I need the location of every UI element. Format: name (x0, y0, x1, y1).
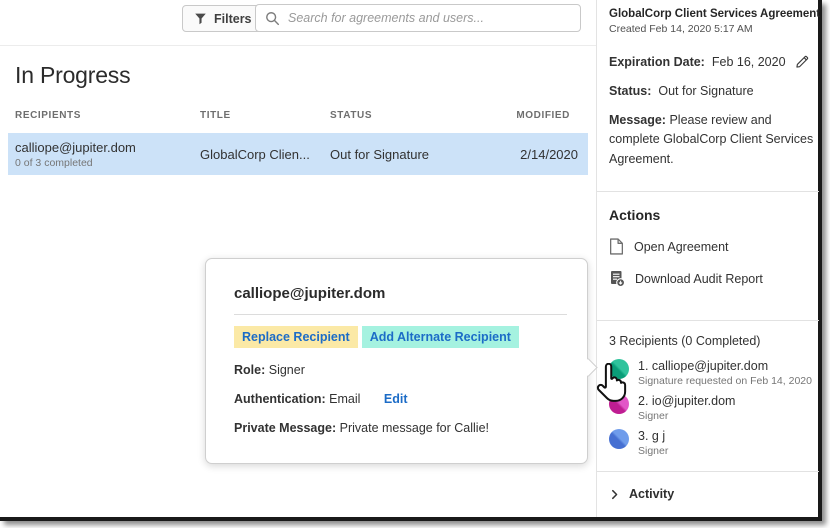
authentication-value: Email (329, 392, 360, 406)
recipient-item-3[interactable]: 3. g j Signer (609, 429, 815, 457)
row-recipient-progress: 0 of 3 completed (15, 157, 136, 169)
recipient-item-2[interactable]: 2. io@jupiter.dom Signer (609, 394, 815, 422)
recipient-avatar-wrap (609, 429, 629, 449)
search-input[interactable] (288, 11, 571, 25)
filter-funnel-icon (194, 12, 207, 25)
row-recipient-email: calliope@jupiter.dom (15, 140, 136, 155)
open-agreement-label: Open Agreement (634, 240, 729, 254)
activity-label: Activity (629, 487, 674, 501)
message-line: Message: Please review and complete Glob… (609, 111, 814, 169)
filters-button[interactable]: Filters (182, 5, 264, 32)
toolbar-divider (0, 45, 596, 46)
status-label: Status: (609, 84, 651, 98)
column-header-title[interactable]: TITLE (200, 110, 231, 121)
search-icon (265, 11, 280, 26)
column-header-recipients[interactable]: RECIPIENTS (15, 110, 81, 121)
agreement-created-date: Created Feb 14, 2020 5:17 AM (609, 23, 815, 35)
cell-modified: 2/14/2020 (520, 133, 578, 175)
actions-section-title: Actions (609, 207, 815, 223)
agreement-row-selected[interactable]: calliope@jupiter.dom 0 of 3 completed Gl… (8, 133, 588, 175)
recipient-status: Signer (638, 410, 735, 422)
recipient-avatar-3 (609, 429, 629, 449)
role-label: Role: (234, 363, 265, 377)
open-agreement-action[interactable]: Open Agreement (609, 238, 815, 255)
app-window: Filters In Progress RECIPIENTS TITLE STA… (0, 0, 822, 521)
recipients-section-title: 3 Recipients (0 Completed) (609, 334, 815, 348)
recipient-popup-card: calliope@jupiter.dom Replace Recipient A… (205, 258, 588, 464)
message-label: Message: (609, 113, 666, 127)
cell-recipients: calliope@jupiter.dom 0 of 3 completed (15, 133, 136, 175)
edit-expiration-icon[interactable] (795, 55, 809, 69)
add-alternate-recipient-link[interactable]: Add Alternate Recipient (362, 326, 519, 348)
filters-label: Filters (214, 12, 252, 26)
column-header-status[interactable]: STATUS (330, 110, 372, 121)
private-message-value: Private message for Callie! (340, 421, 489, 435)
recipient-name: 3. g j (638, 429, 668, 443)
popup-authentication-line: Authentication: Email Edit (234, 392, 559, 406)
popup-link-row: Replace Recipient Add Alternate Recipien… (234, 326, 559, 348)
popup-divider (234, 314, 567, 315)
search-box[interactable] (255, 4, 581, 32)
recipient-status: Signature requested on Feb 14, 2020 (638, 375, 812, 387)
recipient-name: 1. calliope@jupiter.dom (638, 359, 812, 373)
audit-report-download-icon (609, 270, 625, 287)
column-header-modified[interactable]: MODIFIED (430, 110, 570, 121)
document-icon (609, 238, 624, 255)
chevron-right-icon (609, 489, 620, 500)
cell-title: GlobalCorp Clien... (200, 133, 310, 175)
agreements-list-pane: Filters In Progress RECIPIENTS TITLE STA… (0, 0, 596, 517)
section-divider (597, 320, 819, 321)
cell-status: Out for Signature (330, 133, 429, 175)
table-header: RECIPIENTS TITLE STATUS MODIFIED (0, 108, 596, 128)
private-message-label: Private Message: (234, 421, 336, 435)
expiration-value: Feb 16, 2020 (712, 55, 786, 69)
status-value: Out for Signature (658, 84, 753, 98)
activity-section: Activity (609, 471, 815, 517)
popup-role-line: Role: Signer (234, 363, 559, 377)
recipient-avatar-wrap (609, 359, 629, 379)
download-audit-report-label: Download Audit Report (635, 272, 763, 286)
expiration-line: Expiration Date: Feb 16, 2020 (609, 55, 815, 69)
recipient-status: Signer (638, 445, 668, 457)
agreement-details-panel: GlobalCorp Client Services Agreement Cre… (597, 0, 819, 517)
agreement-title: GlobalCorp Client Services Agreement (609, 8, 815, 20)
activity-toggle[interactable]: Activity (609, 472, 815, 517)
download-audit-report-action[interactable]: Download Audit Report (609, 270, 815, 287)
section-divider (597, 191, 819, 192)
status-line: Status: Out for Signature (609, 84, 815, 98)
recipient-name: 2. io@jupiter.dom (638, 394, 735, 408)
popup-private-message-line: Private Message: Private message for Cal… (234, 421, 559, 435)
replace-recipient-link[interactable]: Replace Recipient (234, 326, 358, 348)
role-value: Signer (269, 363, 305, 377)
recipient-item-1[interactable]: 1. calliope@jupiter.dom Signature reques… (609, 359, 815, 387)
page-title: In Progress (15, 62, 130, 89)
authentication-label: Authentication: (234, 392, 326, 406)
expiration-label: Expiration Date: (609, 55, 705, 69)
hand-pointer-cursor-icon (595, 363, 629, 403)
toolbar: Filters (0, 0, 596, 45)
popup-recipient-email: calliope@jupiter.dom (234, 285, 559, 302)
edit-authentication-link[interactable]: Edit (384, 392, 408, 406)
